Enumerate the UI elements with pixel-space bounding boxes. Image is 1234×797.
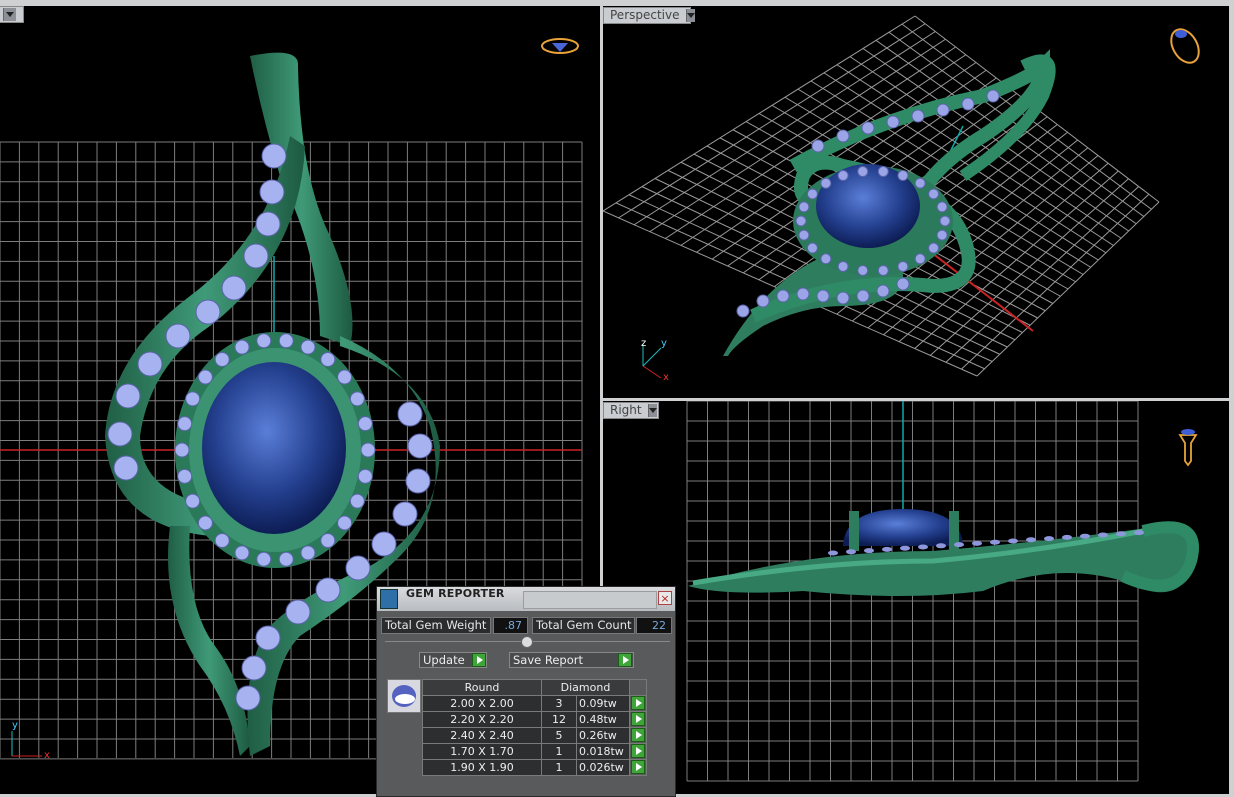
total-gem-count-label: Total Gem Count: [532, 617, 635, 634]
axis-triad: y x: [11, 720, 50, 761]
axis-x-label: x: [663, 372, 669, 383]
center-gem: [202, 362, 346, 534]
close-button[interactable]: ×: [658, 591, 672, 605]
perspective-viewport[interactable]: z y x Perspective: [603, 6, 1229, 398]
chevron-down-icon[interactable]: [647, 404, 657, 417]
right-viewport-label[interactable]: Right: [603, 402, 659, 419]
select-row-icon[interactable]: [631, 760, 645, 774]
ring-gizmo-icon[interactable]: [1166, 24, 1205, 67]
view-gizmo-icon[interactable]: [541, 38, 579, 54]
gem-table: Round Diamond 2.00 X 2.00 3 0.09tw 2.20 …: [422, 679, 647, 776]
chevron-up-icon[interactable]: [521, 636, 533, 648]
top-viewport-label[interactable]: [0, 6, 24, 23]
perspective-scene: z y x: [603, 15, 1205, 383]
axis-y-label: y: [12, 720, 18, 731]
pendant-gizmo-icon[interactable]: [1178, 429, 1198, 467]
total-gem-weight-value: .87: [493, 617, 528, 634]
pendant-model-side: [688, 509, 1199, 596]
axis-z-label: z: [641, 338, 646, 349]
axis-x-label: x: [44, 750, 50, 761]
table-row[interactable]: 2.40 X 2.40 5 0.26tw: [422, 727, 647, 744]
perspective-viewport-label[interactable]: Perspective: [603, 7, 695, 24]
panel-title: GEM REPORTER: [406, 587, 505, 600]
total-gem-count-value: 22: [636, 617, 672, 634]
titlebar-drag-area[interactable]: [523, 591, 657, 609]
right-viewport[interactable]: Right: [603, 401, 1229, 794]
select-row-icon[interactable]: [631, 744, 645, 758]
table-row[interactable]: 2.20 X 2.20 12 0.48tw: [422, 711, 647, 728]
axis-y-label: y: [661, 338, 667, 349]
total-gem-weight-label: Total Gem Weight: [381, 617, 491, 634]
chevron-down-icon[interactable]: [685, 9, 695, 22]
save-report-button[interactable]: Save Report: [509, 652, 634, 668]
column-header-shape: Round: [422, 679, 542, 696]
right-view-scene: [686, 401, 1199, 782]
table-row[interactable]: 2.00 X 2.00 3 0.09tw: [422, 695, 647, 712]
gem-reporter-titlebar[interactable]: GEM REPORTER ×: [377, 587, 675, 611]
select-row-icon[interactable]: [631, 712, 645, 726]
report-icon: [380, 589, 398, 609]
gem-reporter-panel: GEM REPORTER × Total Gem Weight .87 Tota…: [376, 586, 676, 797]
round-gem-icon[interactable]: [387, 679, 421, 713]
column-header-material: Diamond: [541, 679, 630, 696]
update-go-icon[interactable]: [472, 653, 486, 667]
select-row-icon[interactable]: [631, 696, 645, 710]
table-row[interactable]: 1.70 X 1.70 1 0.018tw: [422, 743, 647, 760]
table-row[interactable]: 1.90 X 1.90 1 0.026tw: [422, 759, 647, 776]
axis-triad-perspective: z y x: [641, 338, 669, 383]
chevron-down-icon[interactable]: [3, 8, 16, 21]
select-row-icon[interactable]: [631, 728, 645, 742]
save-go-icon[interactable]: [618, 653, 632, 667]
